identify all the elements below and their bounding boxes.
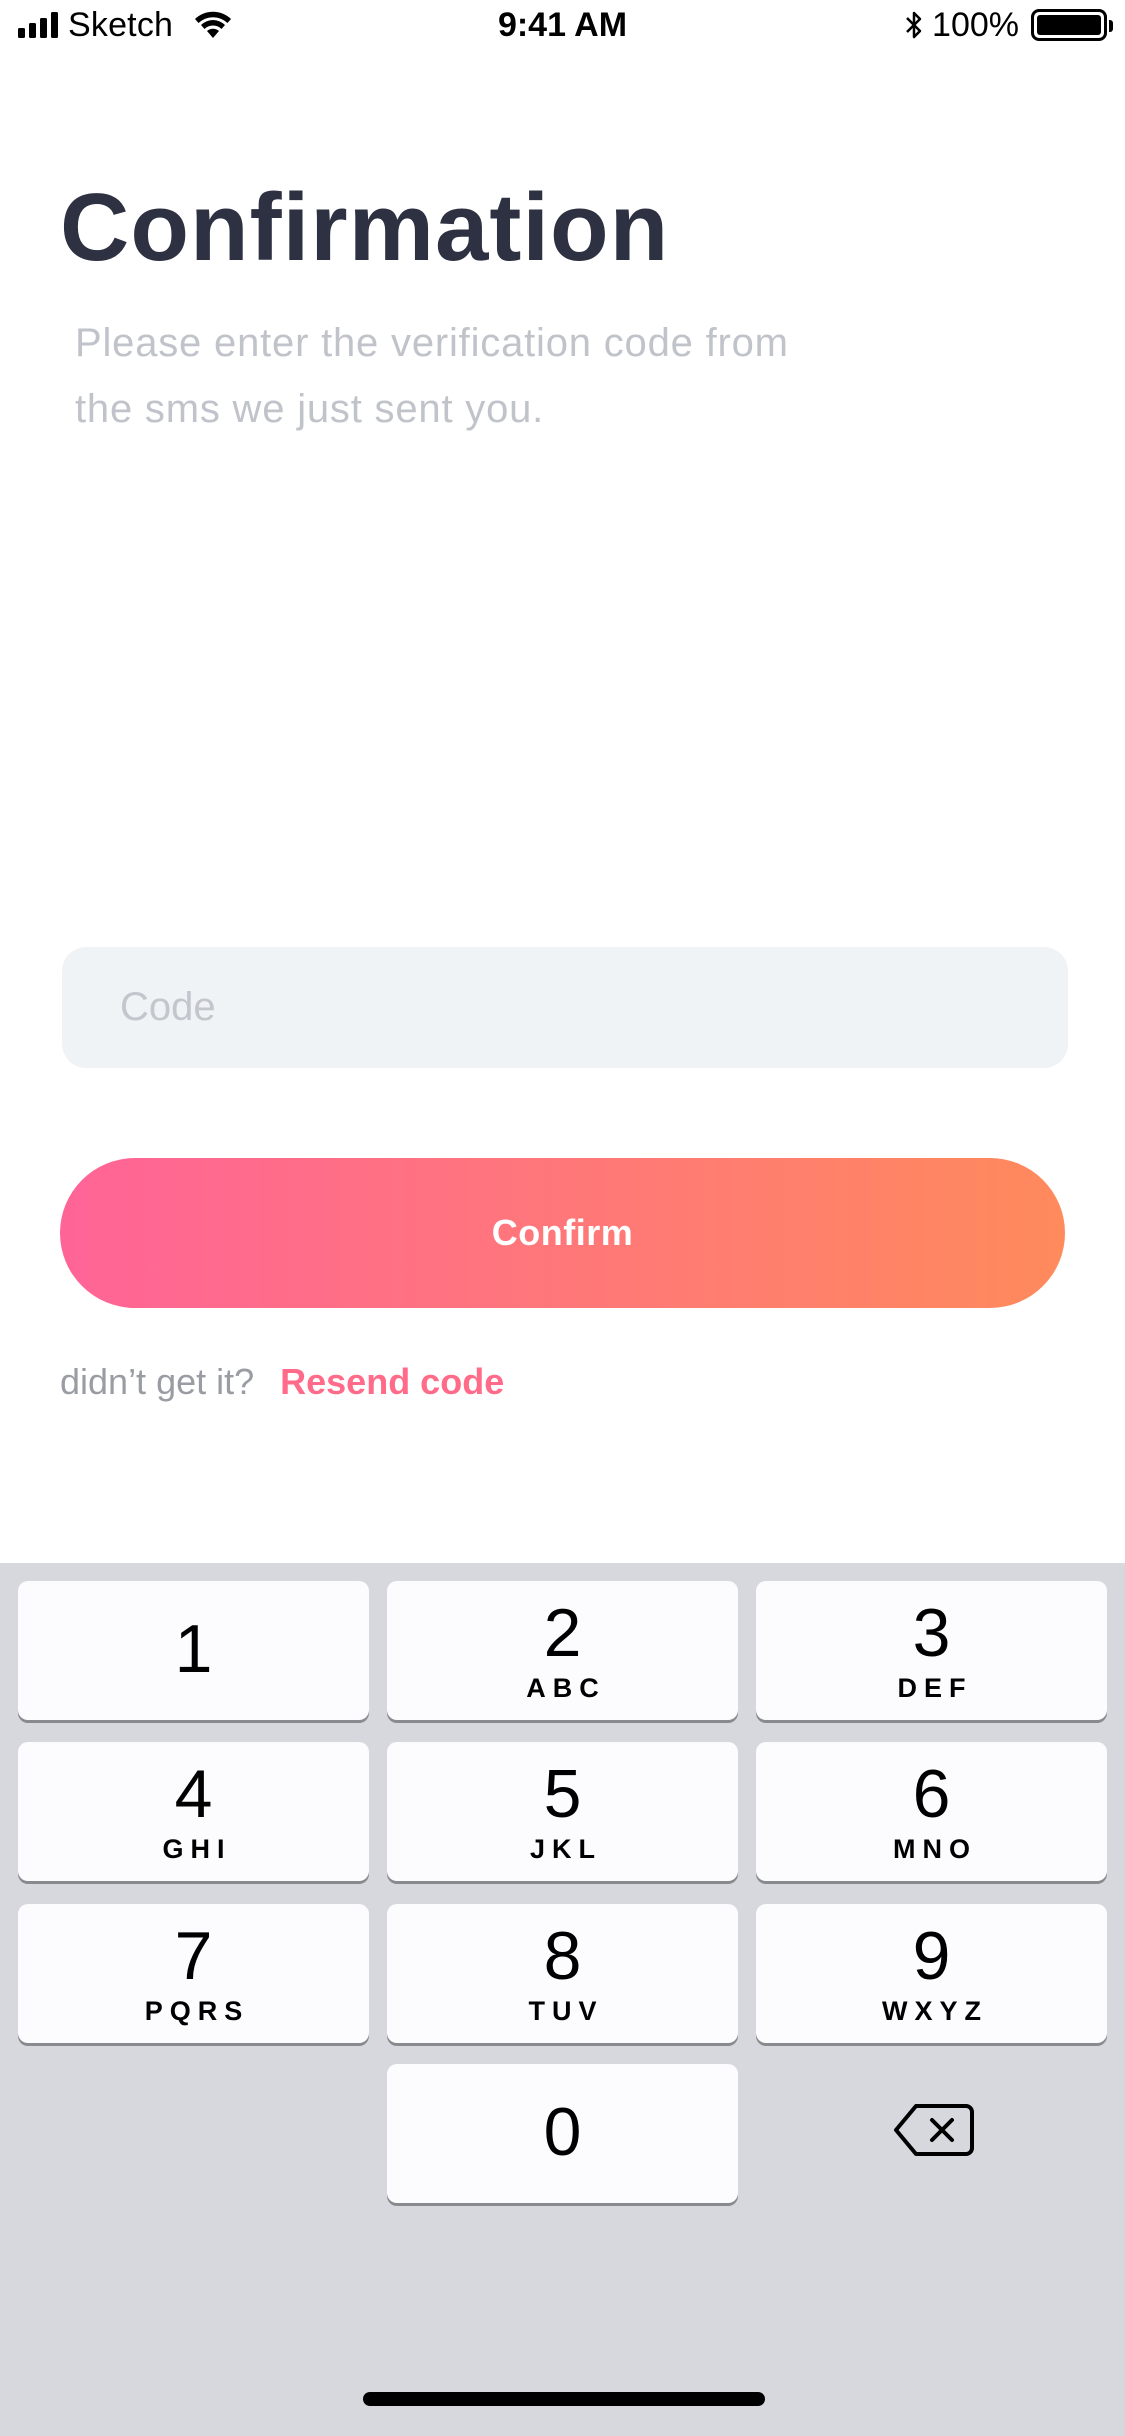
key-letters: JKL [529,1834,602,1864]
key-1[interactable]: 1 [18,1581,369,1720]
resend-row: didn’t get it? Resend code [60,1358,504,1406]
resend-code-link[interactable]: Resend code [280,1358,504,1406]
key-digit: 4 [174,1756,213,1832]
key-5[interactable]: 5 JKL [387,1742,738,1881]
page-subtitle: Please enter the verification code from … [75,321,789,431]
key-letters: WXYZ [882,1996,988,2026]
key-digit: 2 [543,1595,582,1671]
key-digit: 3 [912,1595,951,1671]
numeric-keypad: 1 2 ABC 3 DEF 4 GHI 5 JKL 6 MNO 7 PQRS 8… [0,1563,1125,2436]
battery-percentage: 100% [932,5,1019,44]
key-0[interactable]: 0 [387,2064,738,2203]
key-letters: MNO [893,1834,977,1864]
key-8[interactable]: 8 TUV [387,1904,738,2043]
backspace-icon[interactable] [892,2100,976,2160]
battery-icon [1031,9,1113,41]
key-digit: 1 [174,1611,213,1687]
key-letters: GHI [162,1834,232,1864]
resend-prompt: didn’t get it? [60,1361,255,1402]
status-right: 100% [904,4,1113,46]
key-letters: TUV [528,1996,604,2026]
key-digit: 5 [543,1756,582,1832]
key-6[interactable]: 6 MNO [756,1742,1107,1881]
status-bar: Sketch 9:41 AM 100% [0,0,1125,50]
key-4[interactable]: 4 GHI [18,1742,369,1881]
key-7[interactable]: 7 PQRS [18,1904,369,2043]
key-letters: PQRS [144,1996,250,2026]
key-9[interactable]: 9 WXYZ [756,1904,1107,2043]
confirm-button[interactable]: Confirm [60,1158,1065,1308]
bluetooth-icon [906,11,922,39]
key-digit: 7 [174,1918,213,1994]
key-2[interactable]: 2 ABC [387,1581,738,1720]
battery-nub [1109,20,1113,32]
key-digit: 8 [543,1918,582,1994]
key-digit: 9 [912,1918,951,1994]
key-letters: ABC [526,1673,606,1703]
key-digit: 6 [912,1756,951,1832]
battery-fill [1037,15,1101,35]
key-letters: DEF [897,1673,973,1703]
home-indicator [363,2392,765,2406]
key-digit: 0 [543,2094,582,2170]
page-title: Confirmation [60,174,670,281]
key-3[interactable]: 3 DEF [756,1581,1107,1720]
code-input[interactable] [62,947,1068,1068]
